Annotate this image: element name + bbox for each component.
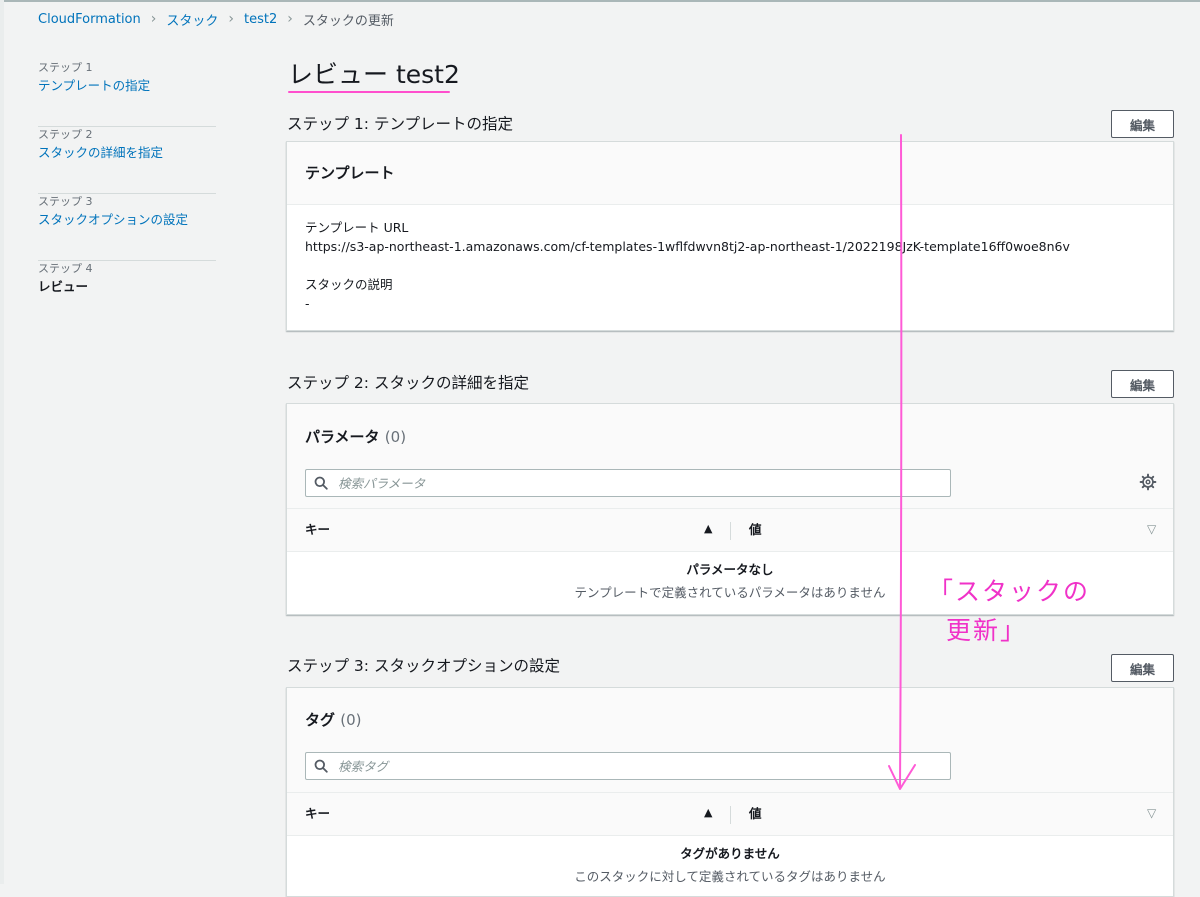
panel-title-text: パラメータ xyxy=(305,428,380,446)
panel-header: パラメータ (0) xyxy=(287,404,1173,508)
item-count: (0) xyxy=(340,711,362,729)
parameter-search xyxy=(305,469,951,497)
chevron-right-icon: › xyxy=(228,11,234,27)
search-icon xyxy=(306,759,336,773)
nav-step-number: ステップ 1 xyxy=(38,61,93,74)
step2-edit-button[interactable]: 編集 xyxy=(1111,370,1174,398)
nav-step-3: ステップ 3 スタックオプションの設定 xyxy=(38,194,216,261)
nav-link-specify-template[interactable]: テンプレートの指定 xyxy=(38,77,216,95)
left-edge xyxy=(0,0,4,884)
sort-descending-icon[interactable]: ▽ xyxy=(1147,522,1156,536)
panel-title-text: タグ xyxy=(305,711,336,729)
nav-step-number: ステップ 3 xyxy=(38,195,93,208)
chevron-right-icon: › xyxy=(150,11,157,27)
breadcrumb-cloudformation[interactable]: CloudFormation xyxy=(38,12,141,27)
title-underline-annotation xyxy=(288,91,450,93)
annotation-text-line1: 「スタックの xyxy=(928,577,1091,606)
column-header-value[interactable]: 値 xyxy=(749,806,762,822)
step3-heading: ステップ 3: スタックオプションの設定 xyxy=(287,657,560,675)
gear-icon[interactable] xyxy=(1139,473,1157,491)
step2-heading: ステップ 2: スタックの詳細を指定 xyxy=(287,374,529,392)
nav-step-number: ステップ 2 xyxy=(38,128,93,141)
column-divider xyxy=(730,522,731,540)
panel-title: パラメータ (0) xyxy=(305,427,406,447)
step1-edit-button[interactable]: 編集 xyxy=(1111,110,1174,138)
annotation-text-line2: 更新」 xyxy=(946,616,1028,645)
nav-step-4: ステップ 4 レビュー xyxy=(38,261,216,328)
column-header-value[interactable]: 値 xyxy=(749,522,762,538)
nav-link-stack-details[interactable]: スタックの詳細を指定 xyxy=(38,144,216,162)
panel-title: タグ (0) xyxy=(305,710,362,730)
template-url-label: テンプレート URL xyxy=(305,220,409,235)
nav-step-number: ステップ 4 xyxy=(38,262,93,275)
step1-heading: ステップ 1: テンプレートの指定 xyxy=(287,115,513,133)
nav-current-review: レビュー xyxy=(38,279,89,294)
page-title: レビュー test2 xyxy=(288,60,460,89)
empty-state-description: このスタックに対して定義されているタグはありません xyxy=(574,869,886,884)
breadcrumb-stack-test2[interactable]: test2 xyxy=(244,12,277,27)
item-count: (0) xyxy=(384,428,407,446)
stack-description-label: スタックの説明 xyxy=(305,277,393,292)
panel-header: タグ (0) xyxy=(287,688,1173,792)
sort-descending-icon[interactable]: ▽ xyxy=(1147,806,1156,820)
top-border xyxy=(0,0,1200,2)
tag-search-input[interactable] xyxy=(336,753,950,779)
breadcrumb-stacks[interactable]: スタック xyxy=(166,10,218,29)
column-header-key[interactable]: キー xyxy=(305,522,330,538)
panel-title: テンプレート xyxy=(305,164,395,182)
template-panel: テンプレート テンプレート URL https://s3-ap-northeas… xyxy=(286,141,1174,331)
table-header: キー ▲ 値 ▽ xyxy=(287,792,1173,836)
tag-search xyxy=(305,752,951,780)
panel-header: テンプレート xyxy=(287,142,1173,205)
nav-step-1: ステップ 1 テンプレートの指定 xyxy=(38,60,216,127)
template-url-value: https://s3-ap-northeast-1.amazonaws.com/… xyxy=(305,239,1070,254)
nav-link-stack-options[interactable]: スタックオプションの設定 xyxy=(38,211,216,229)
stack-description-value: - xyxy=(305,296,310,311)
breadcrumb-current: スタックの更新 xyxy=(302,13,394,29)
column-divider xyxy=(730,806,731,824)
breadcrumb: CloudFormation › スタック › test2 › スタックの更新 xyxy=(38,9,394,29)
sort-ascending-icon[interactable]: ▲ xyxy=(704,806,712,819)
table-header: キー ▲ 値 ▽ xyxy=(287,508,1173,552)
nav-step-2: ステップ 2 スタックの詳細を指定 xyxy=(38,127,216,194)
search-icon xyxy=(306,476,336,490)
chevron-right-icon: › xyxy=(287,11,293,27)
tags-panel: タグ (0) キー ▲ 値 ▽ タグがありません このスタックに対して定義されて… xyxy=(286,687,1174,897)
step3-edit-button[interactable]: 編集 xyxy=(1111,654,1174,682)
wizard-steps-nav: ステップ 1 テンプレートの指定 ステップ 2 スタックの詳細を指定 ステップ … xyxy=(38,60,216,328)
column-header-key[interactable]: キー xyxy=(305,806,330,822)
sort-ascending-icon[interactable]: ▲ xyxy=(704,522,712,535)
empty-state-title: タグがありません xyxy=(680,846,780,861)
parameter-search-input[interactable] xyxy=(336,470,950,496)
